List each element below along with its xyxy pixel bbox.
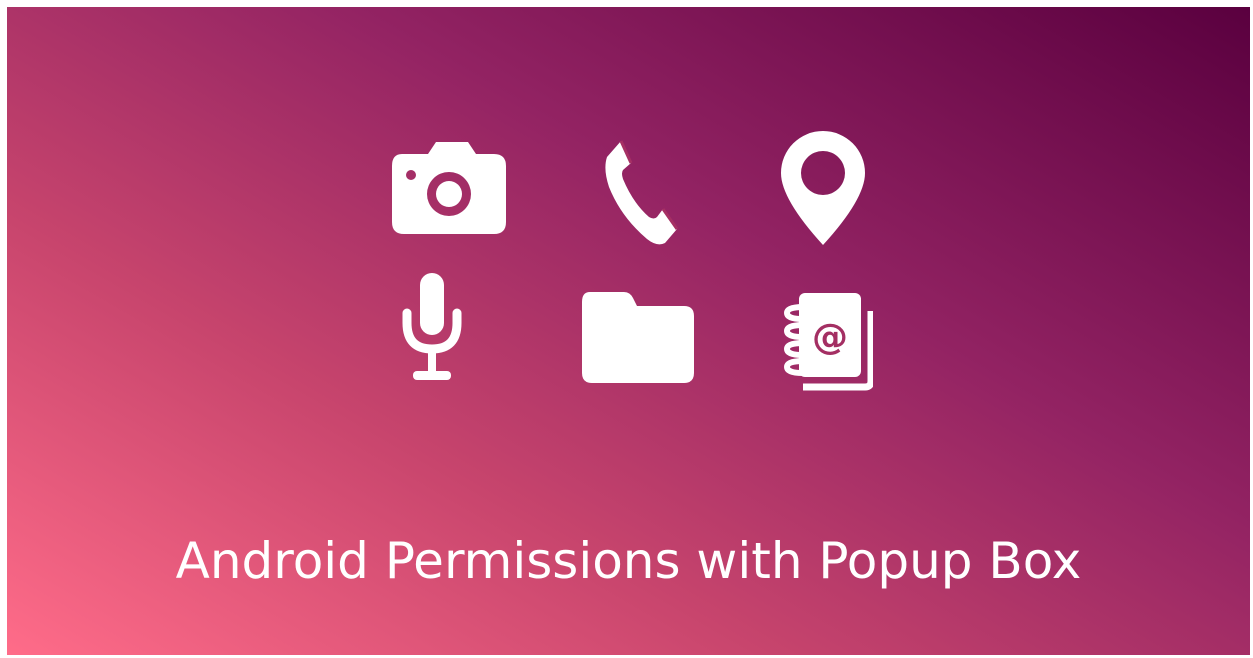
contacts-book-icon: @ bbox=[773, 285, 873, 395]
banner-title: Android Permissions with Popup Box bbox=[175, 532, 1082, 590]
phone-icon bbox=[599, 137, 679, 247]
microphone-icon bbox=[397, 271, 467, 387]
banner: @ Android Permissions with Popup Box bbox=[7, 7, 1250, 655]
folder-icon bbox=[580, 290, 696, 385]
svg-text:@: @ bbox=[812, 317, 848, 358]
location-pin-icon bbox=[778, 129, 868, 247]
camera-icon bbox=[390, 140, 508, 236]
